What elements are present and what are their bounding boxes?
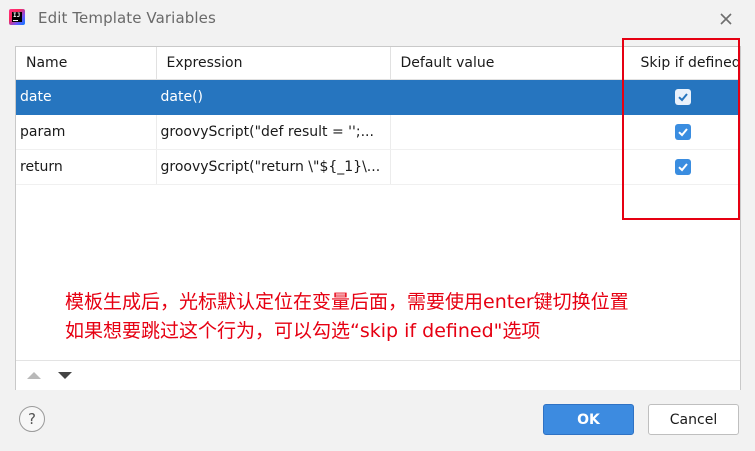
title-bar: IJ Edit Template Variables — [0, 0, 755, 38]
move-down-button[interactable] — [56, 367, 74, 383]
arrow-up-icon — [27, 371, 41, 379]
help-icon: ? — [28, 410, 36, 428]
annotation-line-2: 如果想要跳过这个行为，可以勾选“skip if defined"选项 — [65, 320, 541, 342]
column-header-expression[interactable]: Expression — [156, 47, 391, 80]
table-row[interactable]: param groovyScript("def result = '';... — [16, 114, 740, 150]
column-header-skip-if-defined[interactable]: Skip if defined — [622, 47, 740, 80]
table-header-row: Name Expression Default value Skip if de… — [16, 47, 740, 80]
checkmark-icon — [678, 128, 689, 137]
annotation-text: 模板生成后，光标默认定位在变量后面，需要使用enter键切换位置 如果想要跳过这… — [65, 288, 725, 346]
checkmark-icon — [678, 93, 689, 102]
skip-if-defined-checkbox[interactable] — [675, 124, 692, 140]
checkmark-icon — [678, 163, 689, 172]
cell-default-value[interactable] — [390, 149, 623, 185]
column-header-default-value[interactable]: Default value — [390, 47, 623, 80]
cell-expression[interactable]: date() — [156, 79, 391, 115]
close-icon — [720, 13, 732, 25]
close-button[interactable] — [713, 6, 739, 32]
cell-default-value[interactable] — [390, 79, 623, 115]
cancel-button[interactable]: Cancel — [648, 404, 739, 435]
skip-if-defined-checkbox[interactable] — [675, 89, 692, 105]
dialog-title: Edit Template Variables — [38, 9, 216, 27]
table-row[interactable]: date date() — [16, 79, 740, 115]
cell-name[interactable]: param — [16, 114, 157, 150]
skip-if-defined-checkbox[interactable] — [675, 159, 692, 175]
table-row[interactable]: return groovyScript("return \"${_1}\... — [16, 149, 740, 185]
column-header-name[interactable]: Name — [16, 47, 157, 80]
help-button[interactable]: ? — [19, 406, 45, 432]
intellij-icon: IJ — [9, 9, 25, 25]
cell-name[interactable]: date — [16, 79, 157, 115]
arrow-down-icon — [58, 371, 72, 379]
cell-name[interactable]: return — [16, 149, 157, 185]
ok-button[interactable]: OK — [543, 404, 634, 435]
cell-default-value[interactable] — [390, 114, 623, 150]
annotation-line-1: 模板生成后，光标默认定位在变量后面，需要使用enter键切换位置 — [65, 291, 629, 313]
cell-expression[interactable]: groovyScript("return \"${_1}\... — [156, 149, 391, 185]
cell-skip-if-defined — [622, 114, 740, 150]
cell-skip-if-defined — [622, 149, 740, 185]
table-toolbar — [16, 360, 740, 390]
cell-expression[interactable]: groovyScript("def result = '';... — [156, 114, 391, 150]
move-up-button[interactable] — [25, 367, 43, 383]
cell-skip-if-defined — [622, 79, 740, 115]
